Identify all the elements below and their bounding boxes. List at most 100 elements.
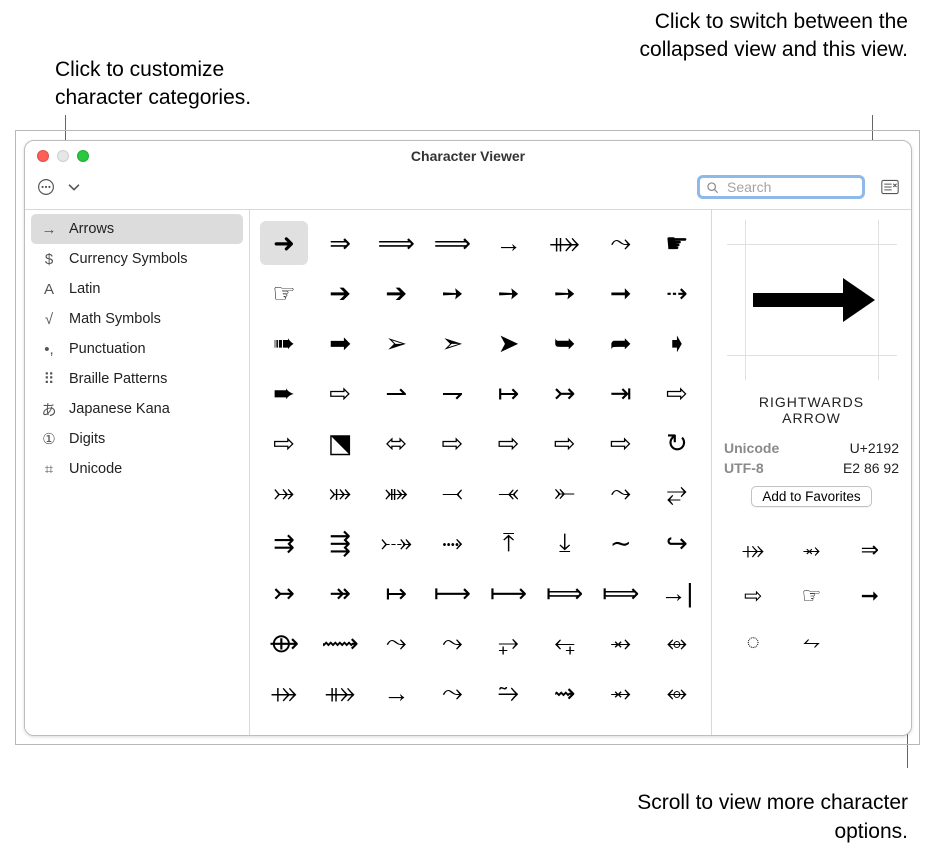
character-cell[interactable]: ⬄ [372, 421, 420, 465]
character-cell[interactable]: ⇁ [428, 371, 476, 415]
character-cell[interactable]: ⤳ [428, 671, 476, 715]
character-cell[interactable]: ➦ [597, 321, 645, 365]
character-cell[interactable]: ⇨ [316, 371, 364, 415]
character-cell[interactable]: ↣ [541, 371, 589, 415]
character-cell[interactable]: ➡ [316, 321, 364, 365]
character-cell[interactable]: ⤁ [316, 671, 364, 715]
character-cell[interactable]: ⇨ [428, 421, 476, 465]
character-cell[interactable]: ⟿ [316, 621, 364, 665]
character-cell[interactable]: ⤛ [485, 471, 533, 515]
character-cell[interactable]: ↦ [372, 571, 420, 615]
character-cell[interactable]: ⥅ [485, 621, 533, 665]
character-cell[interactable]: ☞ [260, 271, 308, 315]
character-cell[interactable]: ➠ [260, 321, 308, 365]
character-cell[interactable]: ➥ [541, 321, 589, 365]
character-cell[interactable]: ⇀ [372, 371, 420, 415]
variant-cell[interactable]: ⇨ [744, 583, 762, 609]
character-cell[interactable]: ⤗ [316, 471, 364, 515]
character-cell[interactable]: →| [653, 571, 701, 615]
character-grid[interactable]: ➜⇒⟹⟹→⤁⤳☛☞➔➔➙➙➙➞⇢➠➡➢➣➤➥➦➧➨⇨⇀⇁↦↣⇥⇨⇨⬔⬄⇨⇨⇨⇨↻… [250, 210, 711, 735]
character-cell[interactable]: ⥈ [653, 621, 701, 665]
character-cell[interactable]: ➙ [428, 271, 476, 315]
character-cell[interactable]: ➙ [541, 271, 589, 315]
minimize-button[interactable] [57, 150, 69, 162]
variant-cell[interactable]: ☞ [802, 583, 822, 609]
character-cell[interactable]: ⇨ [653, 371, 701, 415]
sidebar-item-braille-patterns[interactable]: ⠿Braille Patterns [25, 364, 249, 394]
character-cell[interactable]: ➨ [260, 371, 308, 415]
character-cell[interactable]: ⇒ [316, 221, 364, 265]
character-cell[interactable]: ⟹ [428, 221, 476, 265]
character-cell[interactable]: ⤖ [260, 471, 308, 515]
character-cell[interactable]: ↻ [653, 421, 701, 465]
character-cell[interactable]: ⤘ [372, 471, 420, 515]
character-cell[interactable]: → [372, 671, 420, 715]
character-cell[interactable]: ⟼ [485, 571, 533, 615]
character-cell[interactable]: ➜ [260, 221, 308, 265]
character-cell[interactable]: ⥂ [653, 471, 701, 515]
dropdown-button[interactable] [63, 176, 85, 198]
character-cell[interactable]: ⇨ [260, 421, 308, 465]
character-cell[interactable]: ⥇ [597, 671, 645, 715]
variant-cell[interactable]: ⥊ [803, 629, 821, 655]
character-cell[interactable]: ➤ [485, 321, 533, 365]
sidebar-item-latin[interactable]: ALatin [25, 274, 249, 304]
character-cell[interactable]: ⇥ [597, 371, 645, 415]
add-to-favorites-button[interactable]: Add to Favorites [751, 486, 871, 507]
character-cell[interactable]: ➣ [428, 321, 476, 365]
character-cell[interactable]: ⤙ [428, 471, 476, 515]
character-cell[interactable]: ↣ [260, 571, 308, 615]
character-cell[interactable]: ⟹ [372, 221, 420, 265]
character-cell[interactable]: ➧ [653, 321, 701, 365]
character-cell[interactable]: ⥆ [541, 621, 589, 665]
character-cell[interactable]: ↦ [485, 371, 533, 415]
sidebar-item-unicode[interactable]: ⌗Unicode [25, 454, 249, 484]
sidebar-item-math-symbols[interactable]: √Math Symbols [25, 304, 249, 334]
character-cell[interactable]: ⤜ [541, 471, 589, 515]
character-cell[interactable]: → [485, 221, 533, 265]
variant-cell[interactable]: ⤀ [742, 537, 764, 563]
character-cell[interactable]: ⇶ [316, 521, 364, 565]
character-cell[interactable]: ⥲ [485, 671, 533, 715]
character-cell[interactable]: ⤁ [541, 221, 589, 265]
close-button[interactable] [37, 150, 49, 162]
character-cell[interactable]: ⤒ [485, 521, 533, 565]
character-cell[interactable]: ☛ [653, 221, 701, 265]
character-cell[interactable]: ⇉ [260, 521, 308, 565]
customize-categories-button[interactable] [35, 176, 57, 198]
character-cell[interactable]: ⇢ [653, 271, 701, 315]
character-cell[interactable]: ⇨ [485, 421, 533, 465]
variant-cell[interactable]: ⥇ [803, 537, 821, 563]
sidebar-item-currency-symbols[interactable]: $Currency Symbols [25, 244, 249, 274]
character-cell[interactable]: ⟼ [428, 571, 476, 615]
character-cell[interactable]: ➔ [372, 271, 420, 315]
sidebar-item-japanese-kana[interactable]: あJapanese Kana [25, 394, 249, 424]
toggle-view-button[interactable] [879, 176, 901, 198]
character-cell[interactable]: ➙ [485, 271, 533, 315]
character-cell[interactable]: ➔ [316, 271, 364, 315]
character-cell[interactable]: ⤀ [260, 671, 308, 715]
character-cell[interactable]: ⤳ [372, 621, 420, 665]
variant-cell[interactable]: ➞ [861, 583, 879, 609]
character-cell[interactable]: ⤑ [428, 521, 476, 565]
sidebar-item-punctuation[interactable]: •,Punctuation [25, 334, 249, 364]
character-cell[interactable]: ⤐ [372, 521, 420, 565]
character-cell[interactable]: ⟾ [597, 571, 645, 615]
character-cell[interactable]: ∼ [597, 521, 645, 565]
character-cell[interactable]: ⤳ [597, 471, 645, 515]
search-field[interactable] [697, 175, 865, 199]
character-cell[interactable]: ⬔ [316, 421, 364, 465]
character-cell[interactable]: ⤳ [597, 221, 645, 265]
sidebar-item-digits[interactable]: ①Digits [25, 424, 249, 454]
character-cell[interactable]: ⟾ [541, 571, 589, 615]
character-cell[interactable]: ⇨ [597, 421, 645, 465]
variant-cell[interactable]: ⇒ [861, 537, 879, 563]
sidebar-item-arrows[interactable]: →Arrows [31, 214, 243, 244]
font-variants-grid[interactable]: ⤀ ⥇ ⇒ ⇨ ☞ ➞ ◌ ⥊ [724, 527, 899, 665]
character-cell[interactable]: ⟴ [260, 621, 308, 665]
variant-cell[interactable]: ◌ [747, 629, 760, 655]
character-cell[interactable]: ↠ [316, 571, 364, 615]
zoom-button[interactable] [77, 150, 89, 162]
character-cell[interactable]: ⇝ [541, 671, 589, 715]
character-cell[interactable]: ↪ [653, 521, 701, 565]
